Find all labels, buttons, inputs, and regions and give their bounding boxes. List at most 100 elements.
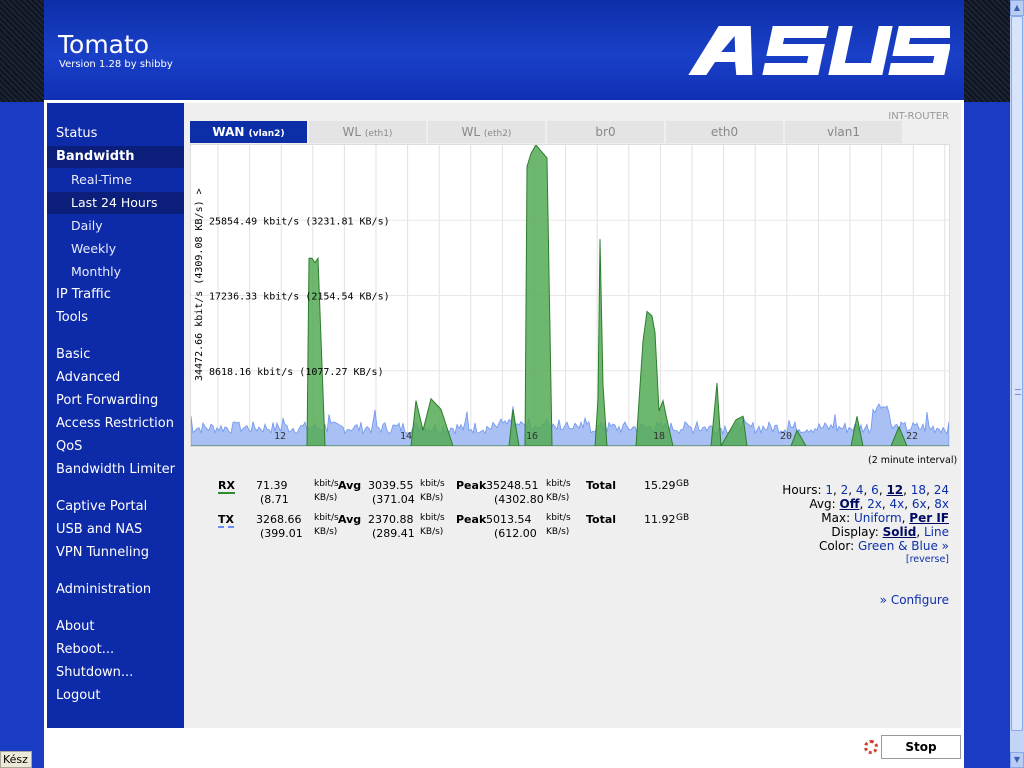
- sidebar-item-last-24-hours[interactable]: Last 24 Hours: [47, 192, 184, 214]
- tx-unit: GB: [676, 513, 690, 523]
- rx-unit: kbit/s: [420, 479, 445, 489]
- avg-option-6x[interactable]: 6x: [912, 497, 927, 511]
- gridline-label: 25854.49 kbit/s (3231.81 KB/s): [209, 216, 390, 227]
- avg-option-2x[interactable]: 2x: [867, 497, 882, 511]
- loading-icon: [864, 740, 878, 754]
- tx-unit: kbit/s: [546, 513, 571, 523]
- sidebar-item-tools[interactable]: Tools: [47, 307, 184, 329]
- gridline-label: 17236.33 kbit/s (2154.54 KB/s): [209, 292, 390, 303]
- scroll-thumb[interactable]: [1011, 16, 1023, 731]
- tab-wan-vlan2[interactable]: WAN (vlan2): [190, 121, 307, 143]
- scroll-down-icon[interactable]: ▼: [1010, 752, 1024, 768]
- status-bar: Kész: [0, 751, 32, 768]
- app-version: Version 1.28 by shibby: [59, 59, 173, 70]
- rx-avg: 3039.55: [368, 479, 414, 492]
- svg-text:®: ®: [920, 27, 932, 41]
- tab-interface: (vlan2): [248, 129, 285, 139]
- sidebar-item-weekly[interactable]: Weekly: [47, 238, 184, 260]
- hours-option-24[interactable]: 24: [934, 483, 949, 497]
- color-option-row: Color: Green & Blue »: [782, 539, 949, 553]
- avg-option-4x[interactable]: 4x: [889, 497, 904, 511]
- rx-total-label: Total: [586, 479, 617, 492]
- display-option-row: Display: Solid, Line: [831, 525, 949, 539]
- tab-eth0[interactable]: eth0: [666, 121, 783, 143]
- rx-peak-label: Peak: [456, 479, 487, 492]
- hours-option-12[interactable]: 12: [886, 483, 903, 497]
- rx-unit: KB/s): [314, 493, 338, 503]
- hours-option-2[interactable]: 2: [841, 483, 849, 497]
- color-label: Color:: [818, 539, 855, 553]
- sidebar-item-administration[interactable]: Administration: [47, 579, 184, 601]
- tab-label: eth0: [710, 125, 739, 139]
- x-tick-label: 20: [780, 431, 792, 442]
- scrollbar[interactable]: ▲ ▼: [1010, 0, 1024, 768]
- tx-total-label: Total: [586, 513, 617, 526]
- tab-label: WL: [461, 125, 481, 139]
- rx-avg-label: Avg: [338, 479, 362, 492]
- tab-wl-eth2[interactable]: WL (eth2): [428, 121, 545, 143]
- sidebar-item-advanced[interactable]: Advanced: [47, 367, 184, 389]
- tab-br0[interactable]: br0: [547, 121, 664, 143]
- sidebar-item-monthly[interactable]: Monthly: [47, 261, 184, 283]
- hours-option-row: Hours: 1, 2, 4, 6, 12, 18, 24: [782, 483, 949, 497]
- sidebar-item-usb-and-nas[interactable]: USB and NAS: [47, 519, 184, 541]
- max-label: Max:: [821, 511, 851, 525]
- x-tick-label: 18: [653, 431, 665, 442]
- rx-peak: 35248.51: [486, 479, 539, 492]
- graph-options: Hours: 1, 2, 4, 6, 12, 18, 24 Avg: Off, 2…: [782, 483, 949, 567]
- display-option-solid[interactable]: Solid: [883, 525, 917, 539]
- tab-interface: (eth2): [483, 129, 512, 139]
- rx-rate-kb: (8.71: [260, 493, 289, 506]
- tx-unit: kbit/s: [420, 513, 445, 523]
- sidebar-item-ip-traffic[interactable]: IP Traffic: [47, 284, 184, 306]
- sidebar-item-reboot[interactable]: Reboot...: [47, 639, 184, 661]
- configure-link[interactable]: » Configure: [880, 593, 949, 607]
- sidebar-item-real-time[interactable]: Real-Time: [47, 169, 184, 191]
- sidebar-item-captive-portal[interactable]: Captive Portal: [47, 496, 184, 518]
- sidebar-item-shutdown[interactable]: Shutdown...: [47, 662, 184, 684]
- sidebar-item-vpn-tunneling[interactable]: VPN Tunneling: [47, 542, 184, 564]
- rx-rate: 71.39: [256, 479, 288, 492]
- sidebar-item-access-restriction[interactable]: Access Restriction: [47, 413, 184, 435]
- tab-wl-eth1[interactable]: WL (eth1): [309, 121, 426, 143]
- sidebar-item-basic[interactable]: Basic: [47, 344, 184, 366]
- stop-button[interactable]: Stop: [881, 735, 961, 759]
- x-tick-label: 14: [400, 431, 412, 442]
- scroll-up-icon[interactable]: ▲: [1010, 0, 1024, 16]
- reverse-colors-link[interactable]: [reverse]: [782, 553, 949, 567]
- sidebar-item-about[interactable]: About: [47, 616, 184, 638]
- tx-total: 11.92: [644, 513, 676, 526]
- rx-unit: KB/s): [546, 493, 570, 503]
- avg-label: Avg:: [809, 497, 836, 511]
- sidebar-item-logout[interactable]: Logout: [47, 685, 184, 707]
- sidebar-item-qos[interactable]: QoS: [47, 436, 184, 458]
- tx-avg-label: Avg: [338, 513, 362, 526]
- max-option-uniform[interactable]: Uniform: [854, 511, 902, 525]
- sidebar-item-daily[interactable]: Daily: [47, 215, 184, 237]
- tx-unit: KB/s): [420, 527, 444, 537]
- display-option-line[interactable]: Line: [924, 525, 949, 539]
- sidebar-item-bandwidth[interactable]: Bandwidth: [47, 146, 184, 168]
- tab-vlan1[interactable]: vlan1: [785, 121, 902, 143]
- sidebar-item-status[interactable]: Status: [47, 123, 184, 145]
- tab-label: WAN: [212, 125, 245, 139]
- hours-option-18[interactable]: 18: [911, 483, 926, 497]
- color-scheme-link[interactable]: Green & Blue »: [858, 539, 949, 553]
- sidebar-nav: Status Bandwidth Real-Time Last 24 Hours Dai…: [44, 100, 184, 728]
- rx-total: 15.29: [644, 479, 676, 492]
- bandwidth-chart-svg: 25854.49 kbit/s (3231.81 KB/s) 17236.33 k…: [190, 144, 950, 448]
- max-option-per-if[interactable]: Per IF: [909, 511, 949, 525]
- hours-option-6[interactable]: 6: [871, 483, 879, 497]
- tab-label: vlan1: [826, 125, 861, 139]
- tab-label: WL: [342, 125, 362, 139]
- sidebar-item-bandwidth-limiter[interactable]: Bandwidth Limiter: [47, 459, 184, 481]
- app-title: Tomato: [58, 30, 150, 59]
- sidebar-item-port-forwarding[interactable]: Port Forwarding: [47, 390, 184, 412]
- hours-option-4[interactable]: 4: [856, 483, 864, 497]
- tx-peak-kb: (612.00: [494, 527, 537, 540]
- tx-rate-kb: (399.01: [260, 527, 303, 540]
- avg-option-8x[interactable]: 8x: [934, 497, 949, 511]
- hours-option-1[interactable]: 1: [825, 483, 833, 497]
- display-label: Display:: [831, 525, 879, 539]
- avg-option-off[interactable]: Off: [840, 497, 860, 511]
